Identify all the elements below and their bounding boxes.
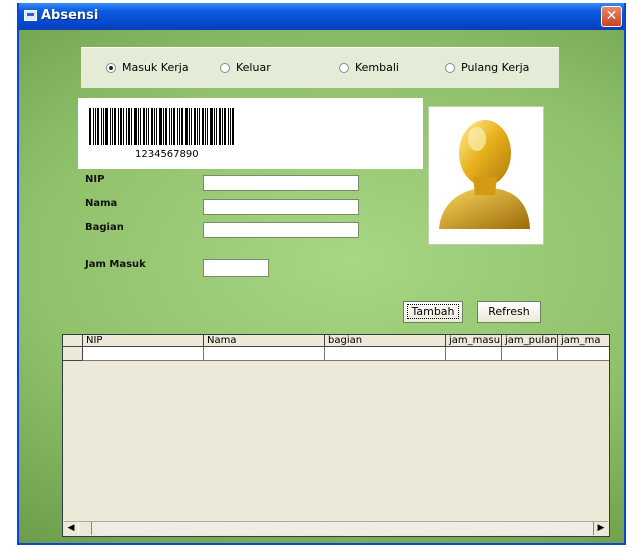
- column-header-jam-masuk[interactable]: jam_masuk: [446, 335, 502, 347]
- absensi-window: Absensi ✕ Masuk Kerja Keluar Kembali Pul…: [17, 3, 626, 545]
- grid-corner: [63, 335, 83, 347]
- radio-kembali[interactable]: Kembali: [339, 61, 399, 74]
- radio-pulang-kerja[interactable]: Pulang Kerja: [445, 61, 529, 74]
- column-header-bagian[interactable]: bagian: [325, 335, 446, 347]
- table-cell[interactable]: [446, 347, 502, 361]
- table-cell[interactable]: [502, 347, 558, 361]
- employee-photo: [428, 106, 544, 245]
- title-bar[interactable]: Absensi ✕: [19, 3, 624, 30]
- nama-field[interactable]: [203, 199, 359, 215]
- radio-label: Pulang Kerja: [461, 61, 530, 74]
- nip-field[interactable]: [203, 175, 359, 191]
- tambah-button[interactable]: Tambah: [403, 301, 463, 323]
- bagian-label: Bagian: [85, 222, 124, 233]
- bagian-field[interactable]: [203, 222, 359, 238]
- radio-masuk-kerja[interactable]: Masuk Kerja: [106, 61, 189, 74]
- tambah-button-label: Tambah: [407, 304, 459, 319]
- horizontal-scrollbar[interactable]: ◀ ▶: [64, 521, 608, 535]
- scroll-thumb[interactable]: [78, 522, 92, 535]
- user-avatar-icon: [439, 120, 530, 229]
- radio-label: Keluar: [236, 61, 271, 74]
- nama-label: Nama: [85, 198, 118, 209]
- column-header-nip[interactable]: NIP: [83, 335, 204, 347]
- radio-icon: [220, 62, 230, 73]
- close-button[interactable]: ✕: [601, 6, 622, 27]
- column-header-jam-pulang[interactable]: jam_pulang: [502, 335, 558, 347]
- barcode-number: 1234567890: [135, 149, 199, 160]
- attendance-type-group: Masuk Kerja Keluar Kembali Pulang Kerja: [81, 47, 559, 88]
- radio-icon: [445, 62, 455, 73]
- table-cell[interactable]: [83, 347, 204, 361]
- jam-masuk-field[interactable]: [203, 259, 269, 277]
- table-cell[interactable]: [325, 347, 446, 361]
- radio-label: Kembali: [355, 61, 399, 74]
- column-header-jam-ma[interactable]: jam_ma: [558, 335, 609, 347]
- nip-label: NIP: [85, 174, 105, 185]
- table-cell[interactable]: [558, 347, 609, 361]
- barcode-panel: 1234567890: [78, 98, 423, 169]
- attendance-grid[interactable]: NIP Nama bagian jam_masuk jam_pulang jam…: [62, 334, 610, 537]
- window-title: Absensi: [41, 8, 99, 23]
- refresh-button[interactable]: Refresh: [477, 301, 541, 323]
- radio-selected-icon: [106, 62, 116, 73]
- scroll-left-icon[interactable]: ◀: [64, 522, 79, 535]
- barcode-icon: [89, 108, 236, 145]
- row-header[interactable]: [63, 347, 83, 361]
- table-cell[interactable]: [204, 347, 325, 361]
- jam-masuk-label: Jam Masuk: [85, 259, 146, 270]
- radio-icon: [339, 62, 349, 73]
- column-header-nama[interactable]: Nama: [204, 335, 325, 347]
- radio-keluar[interactable]: Keluar: [220, 61, 271, 74]
- radio-label: Masuk Kerja: [122, 61, 189, 74]
- scroll-right-icon[interactable]: ▶: [593, 522, 608, 535]
- form-client-area: Masuk Kerja Keluar Kembali Pulang Kerja …: [19, 30, 624, 543]
- app-window-icon: [24, 10, 37, 21]
